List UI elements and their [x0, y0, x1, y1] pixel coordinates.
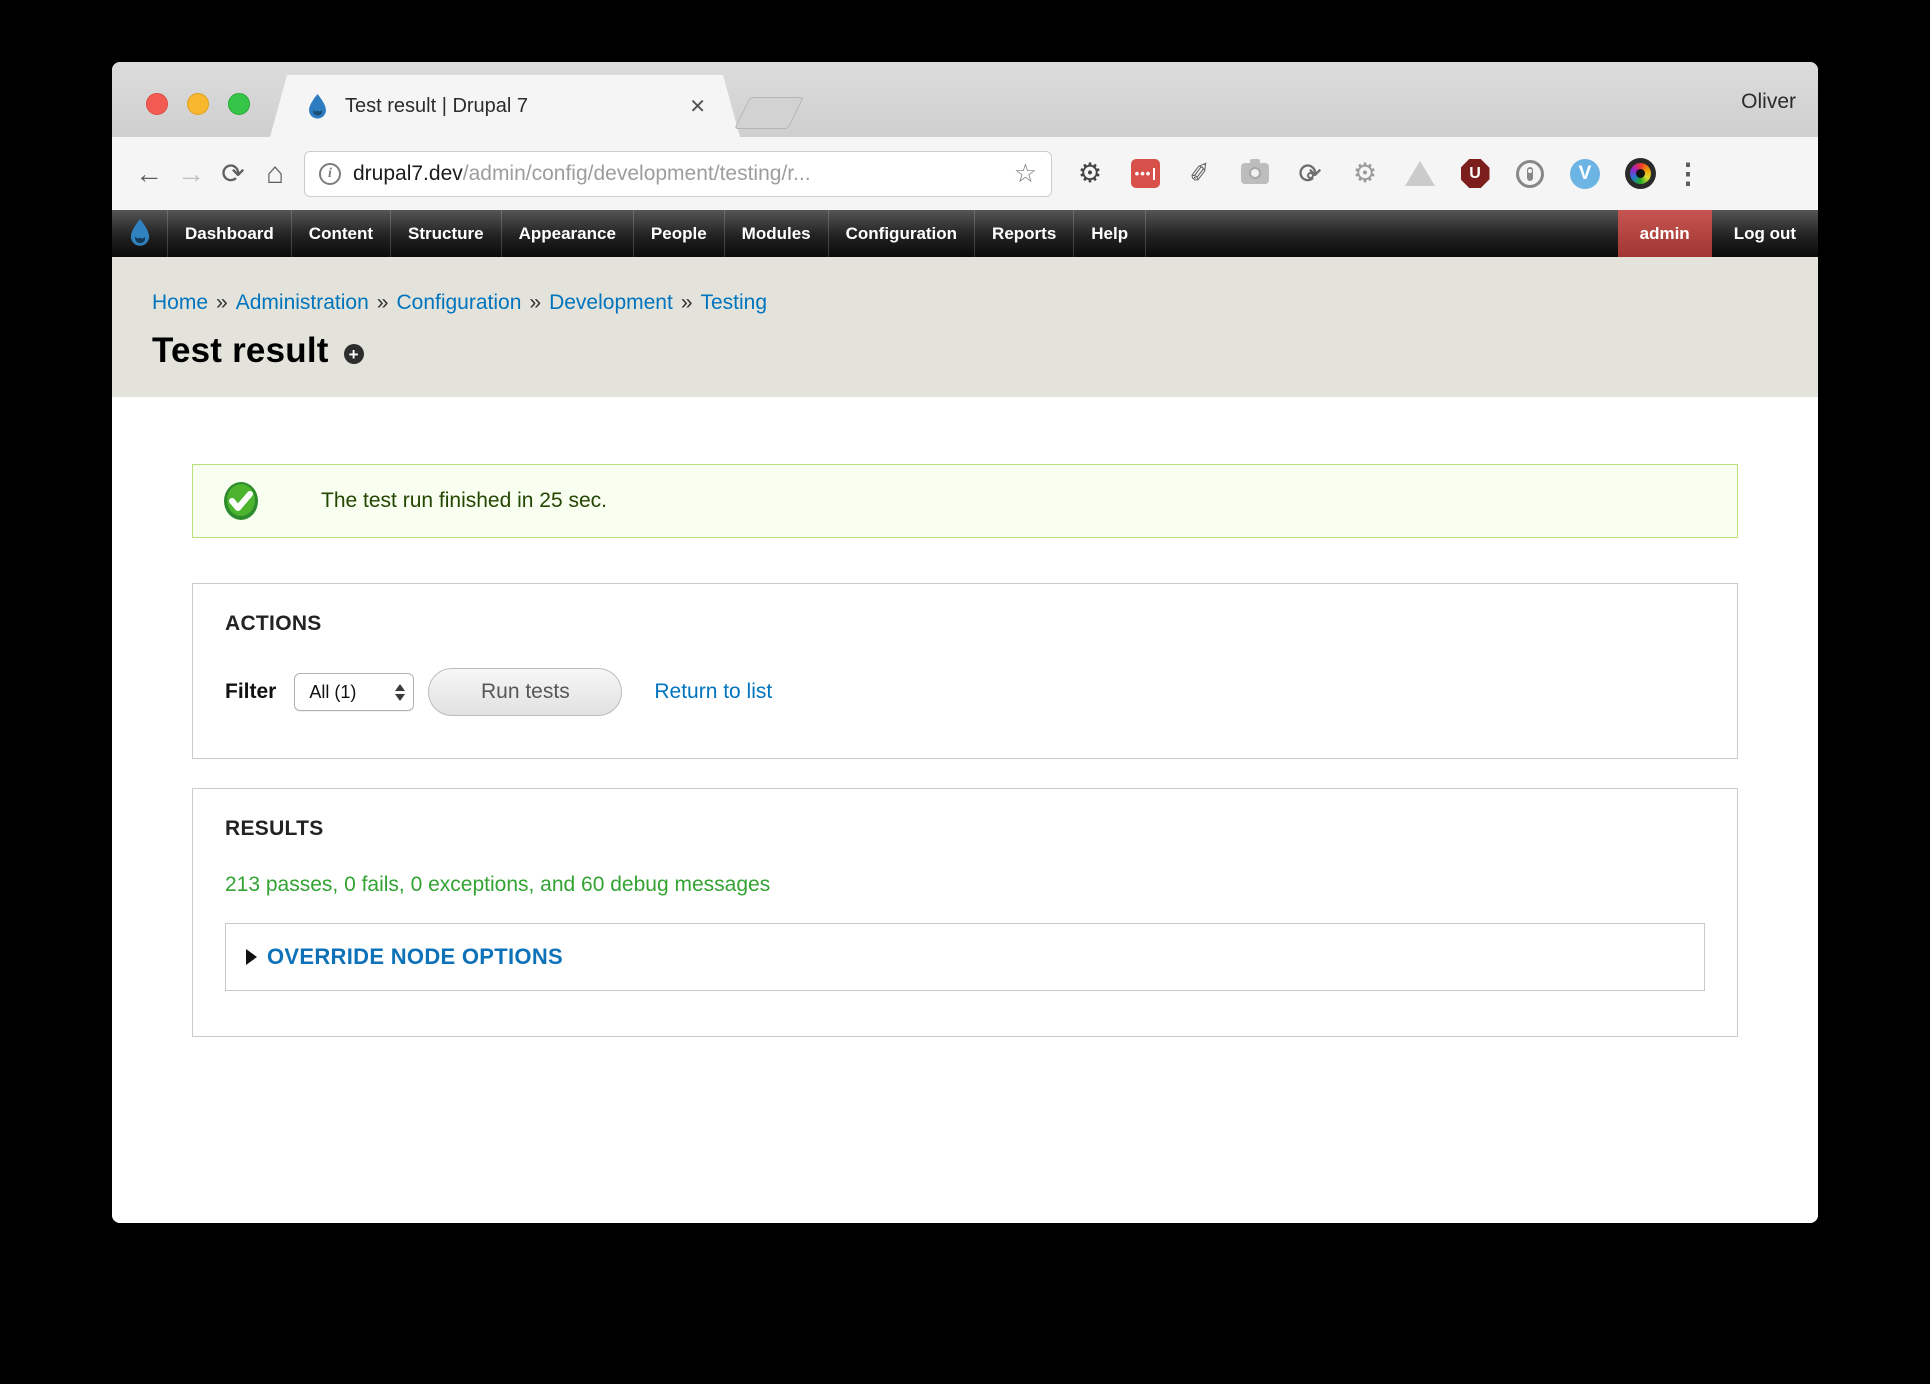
- url-host: drupal7.dev: [353, 162, 463, 186]
- breadcrumb-testing[interactable]: Testing: [701, 291, 768, 314]
- actions-legend: ACTIONS: [225, 612, 1705, 636]
- toolbar-item-configuration[interactable]: Configuration: [829, 210, 975, 257]
- tab-bar: Test result | Drupal 7 ✕ Oliver: [112, 62, 1818, 137]
- drupal-logo-home-button[interactable]: [112, 210, 168, 257]
- filter-label: Filter: [225, 680, 276, 704]
- toolbar-user-admin-link[interactable]: admin: [1618, 210, 1712, 257]
- select-stepper-icon: [387, 684, 405, 701]
- status-message-text: The test run finished in 25 sec.: [321, 489, 607, 513]
- filter-select[interactable]: All (1): [294, 673, 414, 711]
- results-legend: RESULTS: [225, 817, 1705, 841]
- reload-icon[interactable]: ⟳: [212, 160, 254, 188]
- run-tests-button[interactable]: Run tests: [428, 668, 622, 716]
- page-header: Home » Administration » Configuration » Develo…: [112, 257, 1818, 397]
- toolbar-item-content[interactable]: Content: [292, 210, 391, 257]
- toolbar-item-help[interactable]: Help: [1074, 210, 1146, 257]
- browser-profile-name[interactable]: Oliver: [1741, 90, 1796, 114]
- window-controls: [146, 93, 250, 115]
- url-path: /admin/config/development/testing/r...: [463, 162, 1006, 186]
- drupal-admin-toolbar: Dashboard Content Structure Appearance P…: [112, 210, 1818, 257]
- browser-window: Test result | Drupal 7 ✕ Oliver ← → ⟳ ⌂ …: [112, 62, 1818, 1223]
- results-fieldset: RESULTS 213 passes, 0 fails, 0 exception…: [192, 788, 1738, 1037]
- toolbar-item-structure[interactable]: Structure: [391, 210, 502, 257]
- tampermonkey-extension-icon[interactable]: ⚙: [1349, 158, 1381, 190]
- zoom-window-button[interactable]: [228, 93, 250, 115]
- page-info-icon[interactable]: i: [319, 163, 341, 185]
- breadcrumb-administration[interactable]: Administration: [236, 291, 369, 314]
- close-window-button[interactable]: [146, 93, 168, 115]
- eyedropper-extension-icon[interactable]: ✐: [1184, 158, 1216, 190]
- toolbar-item-dashboard[interactable]: Dashboard: [168, 210, 292, 257]
- toolbar-item-appearance[interactable]: Appearance: [502, 210, 634, 257]
- test-summary: 213 passes, 0 fails, 0 exceptions, and 6…: [225, 873, 1705, 897]
- actions-fieldset: ACTIONS Filter All (1) Run tests Return …: [192, 583, 1738, 759]
- add-shortcut-icon[interactable]: +: [344, 344, 364, 364]
- override-node-options-fieldset[interactable]: OVERRIDE NODE OPTIONS: [225, 923, 1705, 991]
- return-to-list-link[interactable]: Return to list: [654, 680, 772, 704]
- minimize-window-button[interactable]: [187, 93, 209, 115]
- drupal-favicon-icon: [304, 93, 331, 120]
- override-node-options-link[interactable]: OVERRIDE NODE OPTIONS: [267, 944, 563, 970]
- toolbar-logout-link[interactable]: Log out: [1712, 210, 1818, 257]
- tab-title: Test result | Drupal 7: [345, 95, 677, 118]
- browser-tab[interactable]: Test result | Drupal 7 ✕: [270, 75, 740, 137]
- breadcrumb-separator: »: [377, 291, 389, 314]
- bookmark-star-icon[interactable]: ☆: [1014, 158, 1037, 189]
- lens-extension-icon[interactable]: [1624, 158, 1656, 190]
- page-title: Test result: [152, 331, 329, 371]
- breadcrumb-separator: »: [529, 291, 541, 314]
- extension-toolbar: ⚙ ••• ✐ ⟳ ⚙ U V: [1074, 158, 1656, 190]
- toolbar-spacer: [1146, 210, 1618, 257]
- tab-close-icon[interactable]: ✕: [689, 94, 706, 119]
- back-icon[interactable]: ←: [128, 160, 170, 188]
- breadcrumb-separator: »: [216, 291, 228, 314]
- collapsed-caret-icon: [246, 949, 257, 965]
- breadcrumb-development[interactable]: Development: [549, 291, 673, 314]
- new-tab-button[interactable]: [734, 97, 804, 129]
- home-icon[interactable]: ⌂: [254, 159, 296, 189]
- settings-gear-extension-icon[interactable]: ⚙: [1074, 158, 1106, 190]
- breadcrumb: Home » Administration » Configuration » Develo…: [152, 291, 1818, 315]
- key-extension-icon[interactable]: [1514, 158, 1546, 190]
- forward-icon: →: [170, 160, 212, 188]
- toolbar-item-people[interactable]: People: [634, 210, 725, 257]
- filter-select-value: All (1): [309, 682, 387, 703]
- vimium-extension-icon[interactable]: V: [1569, 158, 1601, 190]
- toolbar-item-modules[interactable]: Modules: [725, 210, 829, 257]
- camera-extension-icon[interactable]: [1239, 158, 1271, 190]
- ublock-extension-icon[interactable]: U: [1459, 158, 1491, 190]
- toolbar-item-reports[interactable]: Reports: [975, 210, 1074, 257]
- address-bar[interactable]: i drupal7.dev /admin/config/development/…: [304, 151, 1052, 197]
- drupal-droplet-icon: [127, 219, 153, 249]
- page-content: The test run finished in 25 sec. ACTIONS…: [112, 397, 1818, 1223]
- breadcrumb-home[interactable]: Home: [152, 291, 208, 314]
- breadcrumb-configuration[interactable]: Configuration: [396, 291, 521, 314]
- status-message: The test run finished in 25 sec.: [192, 464, 1738, 538]
- password-manager-extension-icon[interactable]: •••: [1129, 158, 1161, 190]
- browser-menu-icon[interactable]: ⋮: [1674, 157, 1702, 190]
- drive-extension-icon[interactable]: [1404, 158, 1436, 190]
- status-ok-icon: [221, 481, 261, 521]
- screenshot-sync-extension-icon[interactable]: ⟳: [1294, 158, 1326, 190]
- breadcrumb-separator: »: [681, 291, 693, 314]
- browser-navbar: ← → ⟳ ⌂ i drupal7.dev /admin/config/deve…: [112, 137, 1818, 210]
